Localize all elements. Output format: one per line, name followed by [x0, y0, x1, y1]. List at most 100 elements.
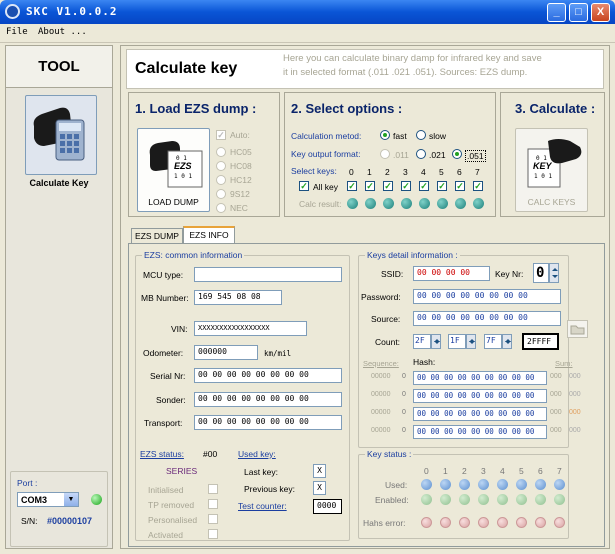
hc05-label: HC05 [230, 147, 252, 157]
mcu-label: MCU type: [143, 270, 184, 280]
test-counter-field: 0000 [313, 499, 342, 514]
menu-about[interactable]: About ... [38, 27, 87, 37]
radio-9s12[interactable] [216, 189, 226, 199]
status-key-number-1: 1 [443, 466, 448, 476]
status-key-number-6: 6 [538, 466, 543, 476]
sonder-field[interactable]: 00 00 00 00 00 00 00 00 [194, 392, 342, 407]
radio-hc05[interactable] [216, 147, 226, 157]
serial-field[interactable]: 00 00 00 00 00 00 00 00 [194, 368, 342, 383]
key-checkbox-5[interactable]: ✓ [437, 181, 447, 191]
all-key-checkbox[interactable]: ✓ [299, 181, 309, 191]
auto-checkbox[interactable]: ✓ [216, 130, 226, 140]
hash-field-1[interactable]: 00 00 00 00 00 00 00 00 00 [413, 389, 547, 403]
tab-ezs-info[interactable]: EZS INFO [183, 226, 235, 244]
test-counter-link[interactable]: Test counter: [238, 501, 287, 511]
radio-hc12[interactable] [216, 175, 226, 185]
sequence-value-0: 00000 [371, 373, 391, 380]
enabled-led-0 [421, 494, 432, 505]
flag-initialised-label: Initialised [148, 485, 184, 495]
ezs-status-link[interactable]: EZS status: [140, 449, 184, 459]
radio-021[interactable] [416, 149, 426, 159]
transport-field[interactable]: 00 00 00 00 00 00 00 00 [194, 415, 342, 430]
used-key-link[interactable]: Used key: [238, 449, 276, 459]
port-select[interactable]: COM3 ▼ [17, 492, 79, 507]
key-icon-bits2: 1 0 1 [534, 173, 553, 180]
count1-field[interactable]: 2F [413, 334, 431, 349]
used-led-4 [497, 479, 508, 490]
count1-spinner[interactable] [431, 334, 441, 349]
radio-slow[interactable] [416, 130, 426, 140]
odometer-field[interactable]: 000000 [194, 345, 258, 360]
used-led-7 [554, 479, 565, 490]
key-checkbox-4[interactable]: ✓ [419, 181, 429, 191]
mcu-field[interactable] [194, 267, 342, 282]
radio-hc08[interactable] [216, 161, 226, 171]
load-dump-button[interactable]: 0 1 EZS 1 0 1 LOAD DUMP [137, 128, 210, 212]
maximize-button[interactable]: □ [569, 3, 588, 22]
ssid-field[interactable]: 00 00 00 00 [413, 266, 490, 281]
key-checkbox-7[interactable]: ✓ [473, 181, 483, 191]
title-bar: SKC V1.0.0.2 _ □ X [0, 0, 615, 24]
minimize-button[interactable]: _ [547, 3, 566, 22]
count2-spinner[interactable] [466, 334, 476, 349]
tool-title: TOOL [6, 46, 112, 88]
source-field[interactable]: 00 00 00 00 00 00 00 00 [413, 311, 561, 326]
hash-field-2[interactable]: 00 00 00 00 00 00 00 00 00 [413, 407, 547, 421]
hash-error-led-5 [516, 517, 527, 528]
radio-nec[interactable] [216, 203, 226, 213]
radio-051[interactable] [452, 149, 462, 159]
hash-error-led-2 [459, 517, 470, 528]
close-button[interactable]: X [591, 3, 610, 22]
sequence-index-2: 0 [402, 409, 406, 416]
sn-label: S/N: [21, 516, 38, 526]
key-number-3: 3 [403, 167, 408, 177]
key-number-5: 5 [439, 167, 444, 177]
key-checkbox-1[interactable]: ✓ [365, 181, 375, 191]
key-icon-text: KEY [533, 161, 552, 171]
key-checkbox-0[interactable]: ✓ [347, 181, 357, 191]
calc-result-led-5 [437, 198, 448, 209]
tab-ezs-dump[interactable]: EZS DUMP [131, 228, 183, 244]
calc-keys-button[interactable]: 0 1 KEY 1 0 1 CALC KEYS [515, 128, 588, 212]
sonder-label: Sonder: [156, 395, 186, 405]
used-led-1 [440, 479, 451, 490]
password-field[interactable]: 00 00 00 00 00 00 00 00 [413, 289, 561, 304]
calc-result-label: Calc result: [299, 199, 342, 209]
radio-011[interactable] [380, 149, 390, 159]
used-led-6 [535, 479, 546, 490]
sum-b-3: 000 [569, 427, 581, 434]
mb-number-field[interactable]: 169 545 08 08 [194, 290, 282, 305]
key-nr-spinner[interactable] [549, 263, 559, 283]
tab-panel: EZS: common information MCU type: MB Num… [128, 243, 605, 547]
source-label: Source: [371, 314, 401, 324]
status-key-number-2: 2 [462, 466, 467, 476]
count3-spinner[interactable] [502, 334, 512, 349]
vin-label: VIN: [171, 324, 188, 334]
ezs-status-value: SERIES [166, 466, 198, 476]
open-folder-button[interactable] [567, 320, 588, 338]
key-number-7: 7 [475, 167, 480, 177]
count2-field[interactable]: 1F [448, 334, 466, 349]
sequence-index-3: 0 [402, 427, 406, 434]
radio-fast[interactable] [380, 130, 390, 140]
key-checkbox-2[interactable]: ✓ [383, 181, 393, 191]
calc-result-led-1 [365, 198, 376, 209]
key-nr-field[interactable]: 0 [533, 263, 549, 283]
enabled-led-1 [440, 494, 451, 505]
hash-field-3[interactable]: 00 00 00 00 00 00 00 00 00 [413, 425, 547, 439]
app-logo-icon [5, 4, 20, 19]
sum-b-1: 000 [569, 391, 581, 398]
calc-result-led-0 [347, 198, 358, 209]
odometer-label: Odometer: [143, 348, 184, 358]
vin-field[interactable]: XXXXXXXXXXXXXXXXX [194, 321, 307, 336]
hash-field-0[interactable]: 00 00 00 00 00 00 00 00 00 [413, 371, 547, 385]
key-checkbox-3[interactable]: ✓ [401, 181, 411, 191]
calculate-key-tile[interactable] [25, 95, 97, 175]
count3-field[interactable]: 7F [484, 334, 502, 349]
key-checkbox-6[interactable]: ✓ [455, 181, 465, 191]
sequence-value-3: 00000 [371, 427, 391, 434]
last-key-field: X [313, 464, 326, 478]
menu-file[interactable]: File [6, 27, 28, 37]
flag-activated-checkbox [208, 529, 218, 539]
tool-panel: TOOL Calculate Key Port : COM3 ▼ S/N: #0… [5, 45, 113, 549]
